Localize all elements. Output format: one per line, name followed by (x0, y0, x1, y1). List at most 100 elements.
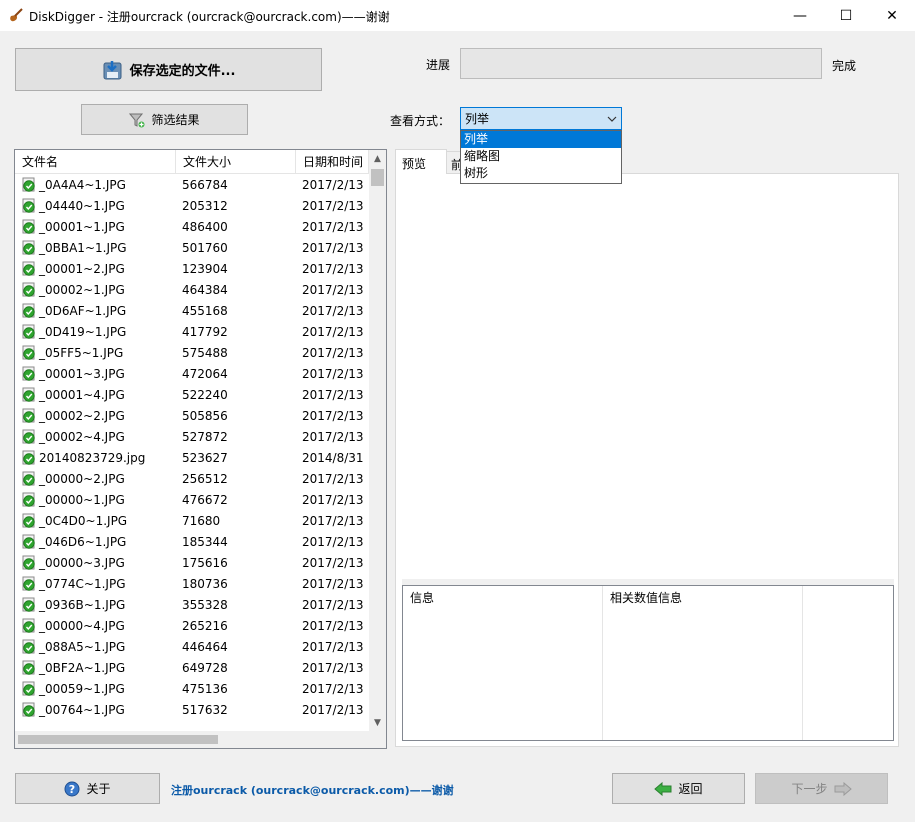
file-list-row[interactable]: _05FF5~1.JPG 575488 2017/2/13 (15, 342, 369, 363)
next-button[interactable]: 下一步 (755, 773, 888, 804)
file-date-cell: 2017/2/13 (302, 177, 364, 192)
file-list-row[interactable]: 20140823729.jpg 523627 2014/8/31 (15, 447, 369, 468)
file-list-row[interactable]: _0774C~1.JPG 180736 2017/2/13 (15, 573, 369, 594)
file-list[interactable]: 文件名 文件大小 日期和时间 _0A4A4~1.JPG 566784 2017/2/… (14, 149, 387, 749)
file-name-cell: _00000~4.JPG (15, 618, 176, 634)
file-list-row[interactable]: _00764~1.JPG 517632 2017/2/13 (15, 699, 369, 720)
file-list-row[interactable]: _00000~4.JPG 265216 2017/2/13 (15, 615, 369, 636)
vertical-scroll-thumb[interactable] (371, 169, 384, 186)
file-list-row[interactable]: _00001~3.JPG 472064 2017/2/13 (15, 363, 369, 384)
image-file-icon (22, 450, 35, 465)
file-name-cell: _00001~4.JPG (15, 387, 176, 403)
file-name-cell: _0BF2A~1.JPG (15, 660, 176, 676)
title-bar[interactable]: DiskDigger - 注册ourcrack (ourcrack@ourcra… (0, 0, 915, 31)
column-header-filesize[interactable]: 文件大小 (176, 150, 296, 174)
file-name-text: _00002~4.JPG (39, 429, 125, 444)
file-list-row[interactable]: _0C4D0~1.JPG 71680 2017/2/13 (15, 510, 369, 531)
image-file-icon (22, 198, 35, 213)
file-list-rows: _0A4A4~1.JPG 566784 2017/2/13 _04440~1.JPG 2… (15, 174, 369, 731)
save-button-label: 保存选定的文件... (129, 64, 236, 79)
image-file-icon (22, 408, 35, 423)
file-date-cell: 2017/2/13 (302, 639, 364, 654)
save-icon (103, 60, 122, 79)
horizontal-scrollbar[interactable] (15, 731, 369, 748)
file-list-row[interactable]: _0BBA1~1.JPG 501760 2017/2/13 (15, 237, 369, 258)
file-date-cell: 2017/2/13 (302, 534, 364, 549)
image-file-icon (22, 576, 35, 591)
scroll-down-arrow-icon[interactable]: ▼ (369, 714, 386, 731)
file-list-row[interactable]: _0A4A4~1.JPG 566784 2017/2/13 (15, 174, 369, 195)
file-size-cell: 501760 (182, 240, 228, 255)
file-list-row[interactable]: _04440~1.JPG 205312 2017/2/13 (15, 195, 369, 216)
image-file-icon (22, 429, 35, 444)
file-list-row[interactable]: _00002~1.JPG 464384 2017/2/13 (15, 279, 369, 300)
filter-button-label: 筛选结果 (151, 113, 200, 127)
file-date-cell: 2017/2/13 (302, 345, 364, 360)
minimize-button[interactable]: — (777, 0, 823, 31)
horizontal-scroll-thumb[interactable] (18, 735, 218, 744)
close-button[interactable]: ✕ (869, 0, 915, 31)
file-size-cell: 256512 (182, 471, 228, 486)
file-name-text: _00000~2.JPG (39, 471, 125, 486)
file-name-text: _00000~3.JPG (39, 555, 125, 570)
file-size-cell: 575488 (182, 345, 228, 360)
help-icon: ? (64, 781, 80, 796)
scroll-up-arrow-icon[interactable]: ▲ (369, 150, 386, 167)
file-list-row[interactable]: _00000~3.JPG 175616 2017/2/13 (15, 552, 369, 573)
file-name-text: _0D419~1.JPG (39, 324, 127, 339)
file-list-row[interactable]: _0BF2A~1.JPG 649728 2017/2/13 (15, 657, 369, 678)
view-option-thumbnail[interactable]: 缩略图 (461, 148, 621, 165)
maximize-icon: ☐ (839, 7, 853, 24)
file-name-cell: _00764~1.JPG (15, 702, 176, 718)
file-size-cell: 472064 (182, 366, 228, 381)
file-list-row[interactable]: _046D6~1.JPG 185344 2017/2/13 (15, 531, 369, 552)
filter-results-button[interactable]: 筛选结果 (81, 104, 248, 135)
file-list-row[interactable]: _00001~1.JPG 486400 2017/2/13 (15, 216, 369, 237)
file-size-cell: 486400 (182, 219, 228, 234)
view-mode-select[interactable]: 列举 (460, 107, 622, 130)
file-date-cell: 2017/2/13 (302, 681, 364, 696)
chevron-down-icon (607, 116, 617, 122)
file-list-row[interactable]: _0D419~1.JPG 417792 2017/2/13 (15, 321, 369, 342)
arrow-left-icon (654, 781, 672, 796)
back-button[interactable]: 返回 (612, 773, 745, 804)
file-name-text: _04440~1.JPG (39, 198, 125, 213)
file-list-row[interactable]: _00000~1.JPG 476672 2017/2/13 (15, 489, 369, 510)
view-option-tree[interactable]: 树形 (461, 165, 621, 182)
file-size-cell: 476672 (182, 492, 228, 507)
file-list-row[interactable]: _00002~2.JPG 505856 2017/2/13 (15, 405, 369, 426)
file-date-cell: 2017/2/13 (302, 702, 364, 717)
register-link[interactable]: 注册ourcrack (ourcrack@ourcrack.com)——谢谢 (171, 782, 454, 798)
arrow-right-icon (834, 781, 852, 796)
file-list-row[interactable]: _0936B~1.JPG 355328 2017/2/13 (15, 594, 369, 615)
file-name-text: _0774C~1.JPG (39, 576, 126, 591)
vertical-scrollbar[interactable]: ▲ ▼ (369, 150, 386, 731)
file-list-row[interactable]: _00001~4.JPG 522240 2017/2/13 (15, 384, 369, 405)
about-button[interactable]: ? 关于 (15, 773, 160, 804)
filter-icon (129, 113, 145, 127)
file-list-row[interactable]: _00002~4.JPG 527872 2017/2/13 (15, 426, 369, 447)
file-size-cell: 649728 (182, 660, 228, 675)
file-name-text: _00002~1.JPG (39, 282, 125, 297)
file-size-cell: 566784 (182, 177, 228, 192)
file-name-cell: _00059~1.JPG (15, 681, 176, 697)
file-list-row[interactable]: _088A5~1.JPG 446464 2017/2/13 (15, 636, 369, 657)
file-name-cell: _05FF5~1.JPG (15, 345, 176, 361)
file-list-row[interactable]: _00059~1.JPG 475136 2017/2/13 (15, 678, 369, 699)
file-size-cell: 71680 (182, 513, 221, 528)
file-list-row[interactable]: _00001~2.JPG 123904 2017/2/13 (15, 258, 369, 279)
file-list-row[interactable]: _00000~2.JPG 256512 2017/2/13 (15, 468, 369, 489)
column-header-datetime[interactable]: 日期和时间 (296, 150, 369, 174)
info-column-header[interactable]: 信息 (403, 586, 603, 740)
file-date-cell: 2017/2/13 (302, 597, 364, 612)
maximize-button[interactable]: ☐ (823, 0, 869, 31)
column-header-filename[interactable]: 文件名 (15, 150, 176, 174)
file-list-row[interactable]: _0D6AF~1.JPG 455168 2017/2/13 (15, 300, 369, 321)
view-option-list[interactable]: 列举 (461, 131, 621, 148)
value-column-header[interactable]: 相关数值信息 (603, 586, 803, 740)
file-name-cell: _04440~1.JPG (15, 198, 176, 214)
tab-preview[interactable]: 预览 (395, 149, 447, 174)
info-table: 信息 相关数值信息 (402, 585, 894, 741)
svg-text:?: ? (69, 783, 75, 796)
save-selected-files-button[interactable]: 保存选定的文件... (15, 48, 322, 91)
